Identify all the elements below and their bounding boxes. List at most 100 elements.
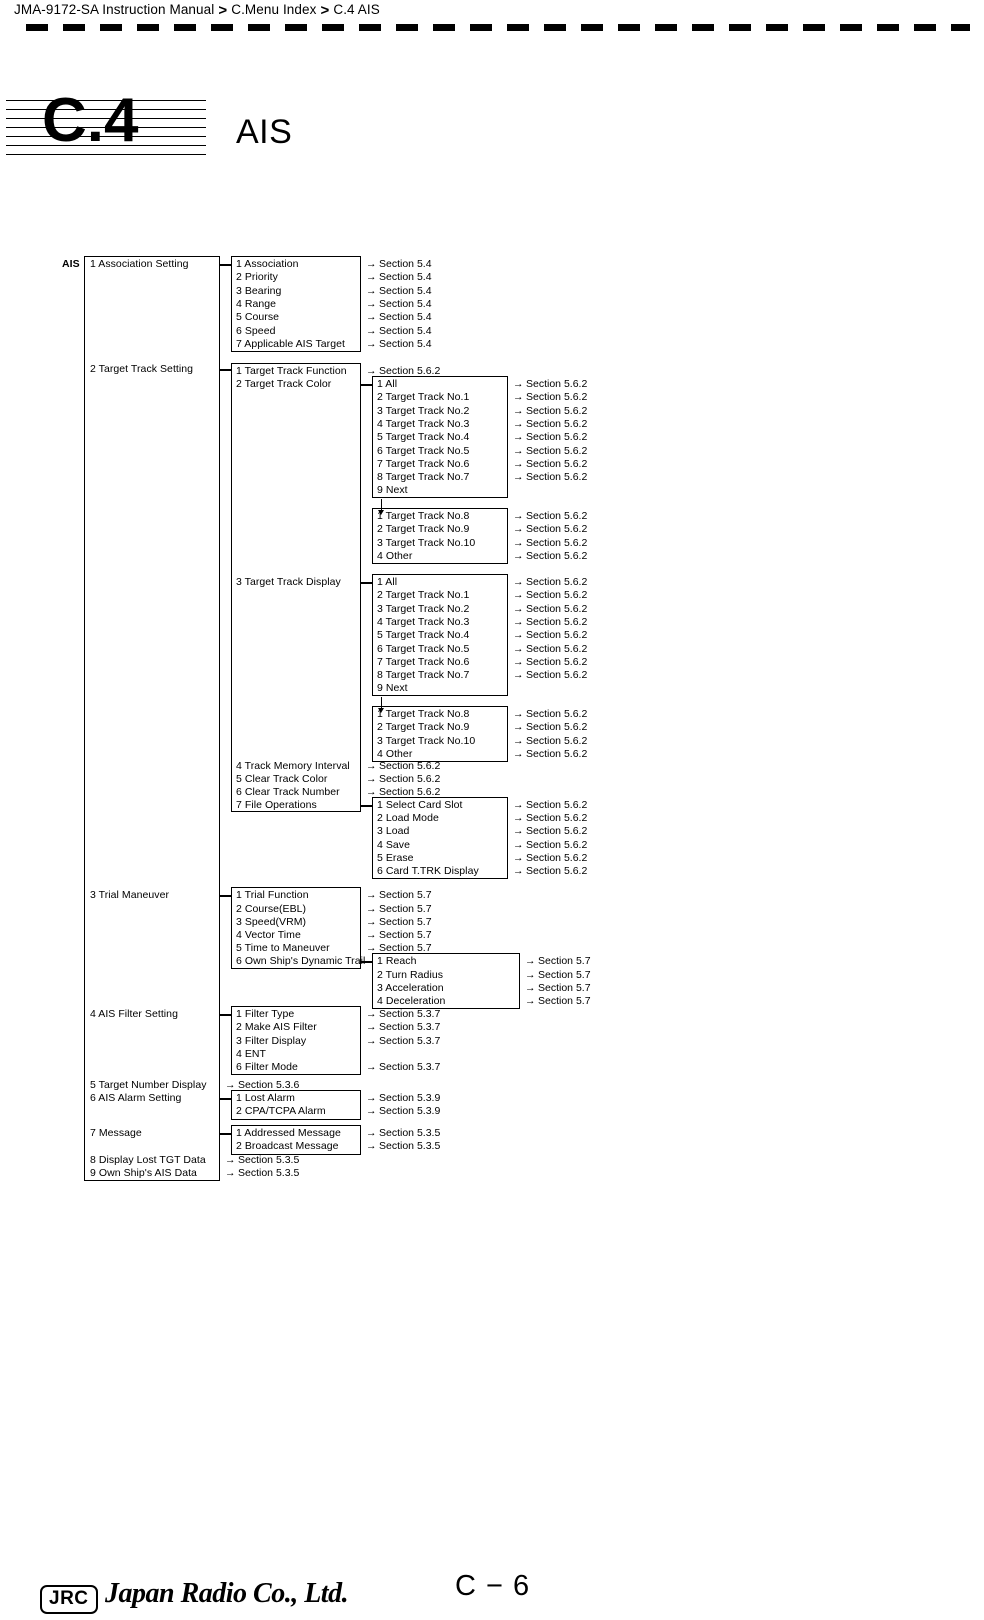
submenu-item[interactable]: 3 Target Track No.2 bbox=[377, 603, 469, 616]
submenu-item[interactable]: 5 Target Track No.4 bbox=[377, 431, 469, 444]
submenu-item-filter-mode[interactable]: 6 Filter Mode bbox=[236, 1061, 298, 1074]
arrow-icon: → bbox=[525, 995, 536, 1007]
submenu-item-ent[interactable]: 4 ENT bbox=[236, 1048, 266, 1061]
submenu-item[interactable]: 8 Target Track No.7 bbox=[377, 669, 469, 682]
submenu-item[interactable]: 1 Reach bbox=[377, 955, 416, 968]
section-ref: → Section 5.6.2 bbox=[513, 550, 588, 562]
section-ref: → Section 5.7 bbox=[366, 889, 432, 901]
submenu-item[interactable]: 4 Range bbox=[236, 298, 276, 311]
level1-item-ais-filter-setting[interactable]: 4 AIS Filter Setting bbox=[90, 1008, 178, 1021]
submenu-item[interactable]: 3 Speed(VRM) bbox=[236, 916, 306, 929]
submenu-item[interactable]: 4 Other bbox=[377, 748, 412, 761]
arrow-icon: → bbox=[513, 735, 524, 747]
submenu-item[interactable]: 2 Target Track No.1 bbox=[377, 391, 469, 404]
submenu-item[interactable]: 2 Target Track No.9 bbox=[377, 721, 469, 734]
level1-item-own-ships-ais-data[interactable]: 9 Own Ship's AIS Data bbox=[90, 1167, 197, 1180]
submenu-item[interactable]: 3 Filter Display bbox=[236, 1035, 306, 1048]
submenu-item[interactable]: 3 Acceleration bbox=[377, 982, 444, 995]
section-ref: → Section 5.6.2 bbox=[513, 471, 588, 483]
arrow-icon: → bbox=[366, 773, 377, 785]
submenu-item-clear-track-color[interactable]: 5 Clear Track Color bbox=[236, 773, 327, 786]
submenu-item[interactable]: 6 Speed bbox=[236, 325, 275, 338]
submenu-item[interactable]: 1 All bbox=[377, 378, 397, 391]
arrow-icon: → bbox=[513, 865, 524, 877]
level1-item-display-lost-tgt-data[interactable]: 8 Display Lost TGT Data bbox=[90, 1154, 206, 1167]
submenu-item[interactable]: 3 Load bbox=[377, 825, 409, 838]
section-ref: → Section 5.3.7 bbox=[366, 1061, 441, 1073]
submenu-item[interactable]: 6 Target Track No.5 bbox=[377, 445, 469, 458]
level1-item-ais-alarm-setting[interactable]: 6 AIS Alarm Setting bbox=[90, 1092, 181, 1105]
section-ref: → Section 5.3.9 bbox=[366, 1092, 441, 1104]
arrow-icon: → bbox=[513, 589, 524, 601]
section-ref: → Section 5.3.7 bbox=[366, 1021, 441, 1033]
submenu-item[interactable]: 6 Target Track No.5 bbox=[377, 643, 469, 656]
submenu-item[interactable]: 1 Filter Type bbox=[236, 1008, 294, 1021]
submenu-item[interactable]: 2 CPA/TCPA Alarm bbox=[236, 1105, 326, 1118]
submenu-item[interactable]: 3 Target Track No.10 bbox=[377, 735, 475, 748]
arrow-icon: → bbox=[225, 1154, 236, 1166]
section-ref: → Section 5.6.2 bbox=[513, 431, 588, 443]
submenu-item[interactable]: 3 Target Track No.10 bbox=[377, 537, 475, 550]
arrow-icon: → bbox=[513, 471, 524, 483]
submenu-item[interactable]: 1 Addressed Message bbox=[236, 1127, 341, 1140]
submenu-item[interactable]: 4 Target Track No.3 bbox=[377, 616, 469, 629]
submenu-item[interactable]: 2 Turn Radius bbox=[377, 969, 443, 982]
submenu-item[interactable]: 1 Trial Function bbox=[236, 889, 309, 902]
submenu-item[interactable]: 2 Target Track No.9 bbox=[377, 523, 469, 536]
submenu-item[interactable]: 1 Association bbox=[236, 258, 299, 271]
submenu-item-clear-track-number[interactable]: 6 Clear Track Number bbox=[236, 786, 340, 799]
submenu-item[interactable]: 7 Target Track No.6 bbox=[377, 458, 469, 471]
submenu-item[interactable]: 8 Target Track No.7 bbox=[377, 471, 469, 484]
submenu-item[interactable]: 1 All bbox=[377, 576, 397, 589]
submenu-item[interactable]: 5 Course bbox=[236, 311, 279, 324]
section-ref: → Section 5.6.2 bbox=[513, 458, 588, 470]
submenu-item-track-memory-interval[interactable]: 4 Track Memory Interval bbox=[236, 760, 350, 773]
submenu-item-next[interactable]: 9 Next bbox=[377, 682, 408, 695]
arrow-icon: → bbox=[513, 799, 524, 811]
submenu-item[interactable]: 5 Target Track No.4 bbox=[377, 629, 469, 642]
submenu-item[interactable]: 2 Make AIS Filter bbox=[236, 1021, 317, 1034]
submenu-item[interactable]: 2 Course(EBL) bbox=[236, 903, 306, 916]
level1-item-trial-maneuver[interactable]: 3 Trial Maneuver bbox=[90, 889, 169, 902]
submenu-item[interactable]: 3 Target Track No.2 bbox=[377, 405, 469, 418]
submenu-item[interactable]: 7 Target Track No.6 bbox=[377, 656, 469, 669]
submenu-item[interactable]: 4 Save bbox=[377, 839, 410, 852]
submenu-item[interactable]: 5 Time to Maneuver bbox=[236, 942, 330, 955]
submenu-item[interactable]: 6 Card T.TRK Display bbox=[377, 865, 479, 878]
submenu-item[interactable]: 7 Applicable AIS Target bbox=[236, 338, 345, 351]
submenu-item[interactable]: 1 Target Track No.8 bbox=[377, 708, 469, 721]
section-ref: → Section 5.7 bbox=[525, 995, 591, 1007]
submenu-item-target-track-display[interactable]: 3 Target Track Display bbox=[236, 576, 341, 589]
submenu-item[interactable]: 1 Target Track No.8 bbox=[377, 510, 469, 523]
connector bbox=[219, 369, 231, 371]
section-ref: → Section 5.6.2 bbox=[513, 537, 588, 549]
submenu-item[interactable]: 2 Priority bbox=[236, 271, 278, 284]
submenu-item-target-track-function[interactable]: 1 Target Track Function bbox=[236, 365, 347, 378]
level1-item-target-number-display[interactable]: 5 Target Number Display bbox=[90, 1079, 207, 1092]
section-ref: → Section 5.6.2 bbox=[366, 760, 441, 772]
connector bbox=[360, 384, 372, 386]
submenu-item[interactable]: 4 Vector Time bbox=[236, 929, 301, 942]
level1-item-target-track-setting[interactable]: 2 Target Track Setting bbox=[90, 363, 193, 376]
submenu-item-target-track-color[interactable]: 2 Target Track Color bbox=[236, 378, 331, 391]
submenu-item[interactable]: 1 Lost Alarm bbox=[236, 1092, 295, 1105]
section-ref: → Section 5.6.2 bbox=[513, 576, 588, 588]
menu-tree-diagram: AIS 1 Association Setting 2 Target Track… bbox=[0, 0, 984, 1300]
connector bbox=[360, 805, 372, 807]
level1-item-message[interactable]: 7 Message bbox=[90, 1127, 142, 1140]
level1-item-association-setting[interactable]: 1 Association Setting bbox=[90, 258, 189, 271]
submenu-item[interactable]: 5 Erase bbox=[377, 852, 414, 865]
submenu-item[interactable]: 2 Load Mode bbox=[377, 812, 439, 825]
submenu-item[interactable]: 4 Target Track No.3 bbox=[377, 418, 469, 431]
section-ref: → Section 5.3.5 bbox=[366, 1140, 441, 1152]
submenu-item[interactable]: 4 Other bbox=[377, 550, 412, 563]
submenu-item-next[interactable]: 9 Next bbox=[377, 484, 408, 497]
submenu-item[interactable]: 4 Deceleration bbox=[377, 995, 445, 1008]
submenu-item[interactable]: 2 Broadcast Message bbox=[236, 1140, 339, 1153]
arrow-icon: → bbox=[366, 258, 377, 270]
submenu-item[interactable]: 2 Target Track No.1 bbox=[377, 589, 469, 602]
submenu-item-file-operations[interactable]: 7 File Operations bbox=[236, 799, 317, 812]
submenu-item[interactable]: 3 Bearing bbox=[236, 285, 281, 298]
submenu-item-dynamic-trail[interactable]: 6 Own Ship's Dynamic Trail bbox=[236, 955, 365, 968]
submenu-item[interactable]: 1 Select Card Slot bbox=[377, 799, 463, 812]
